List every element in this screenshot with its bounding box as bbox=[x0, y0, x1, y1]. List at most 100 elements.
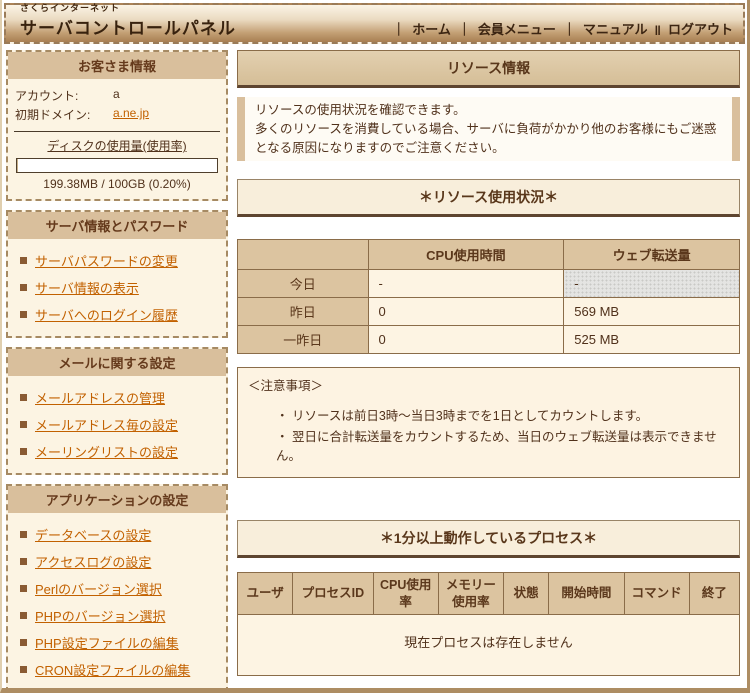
php-version-link[interactable]: PHPのバージョン選択 bbox=[35, 606, 165, 625]
nav-separator: ｜ bbox=[458, 19, 471, 38]
sidebar-item-database-settings: データベースの設定 bbox=[20, 521, 221, 548]
nav-member-menu-link[interactable]: 会員メニュー bbox=[478, 19, 556, 38]
resource-col-web-transfer: ウェブ転送量 bbox=[564, 240, 740, 270]
divider bbox=[14, 131, 220, 132]
table-row-today: 今日 - - bbox=[238, 270, 740, 298]
brand-app-title: サーバコントロールパネル bbox=[20, 14, 236, 39]
main-content: リソース情報 リソースの使用状況を確認できます。 多くのリソースを消費している場… bbox=[228, 50, 745, 693]
bullet-square-icon bbox=[20, 284, 27, 291]
bullet-square-icon bbox=[20, 394, 27, 401]
mailing-list-settings-link[interactable]: メーリングリストの設定 bbox=[35, 442, 178, 461]
notes-box: ＜注意事項＞ リソースは前日3時～当日3時までを1日としてカウントします。 翌日… bbox=[237, 367, 740, 478]
customer-info-title: お客さま情報 bbox=[8, 52, 226, 79]
note-item: 翌日に合計転送量をカウントするため、当日のウェブ転送量は表示できません。 bbox=[276, 425, 729, 465]
process-header-row: ユーザ プロセスID CPU使用率 メモリー使用率 状態 開始時間 コマンド 終… bbox=[238, 573, 740, 615]
sidebar-item-cron-config-edit: CRON設定ファイルの編集 bbox=[20, 656, 221, 683]
nav-separator: ｜ bbox=[392, 19, 405, 38]
mail-address-management-link[interactable]: メールアドレスの管理 bbox=[35, 388, 165, 407]
note-item: リソースは前日3時～当日3時までを1日としてカウントします。 bbox=[276, 404, 729, 425]
sidebar-item-per-mail-settings: メールアドレス毎の設定 bbox=[20, 411, 221, 438]
bullet-square-icon bbox=[20, 531, 27, 538]
customer-info-body: アカウント: a 初期ドメイン: a.ne.jp ディスクの使用量(使用率) 1… bbox=[8, 79, 226, 199]
application-settings-menu: データベースの設定 アクセスログの設定 Perlのバージョン選択 PH bbox=[13, 521, 221, 683]
yesterday-cpu-value: 0 bbox=[368, 298, 564, 326]
nav-logout-link[interactable]: ログアウト bbox=[668, 19, 733, 38]
account-label: アカウント: bbox=[15, 87, 99, 104]
process-col-status: 状態 bbox=[504, 573, 549, 615]
initial-domain-link[interactable]: a.ne.jp bbox=[113, 106, 149, 120]
perl-version-link[interactable]: Perlのバージョン選択 bbox=[35, 579, 162, 598]
sidebar-item-change-server-password: サーバパスワードの変更 bbox=[20, 247, 221, 274]
nav-home-link[interactable]: ホーム bbox=[412, 19, 451, 38]
day-before-cpu-value: 0 bbox=[368, 326, 564, 354]
bullet-square-icon bbox=[20, 612, 27, 619]
notes-list: リソースは前日3時～当日3時までを1日としてカウントします。 翌日に合計転送量を… bbox=[248, 404, 729, 465]
sidebar-box-title: メールに関する設定 bbox=[8, 349, 226, 376]
process-col-command: コマンド bbox=[624, 573, 689, 615]
nav-logout-separator: ‖ bbox=[655, 23, 661, 38]
resource-col-cpu-time: CPU使用時間 bbox=[368, 240, 564, 270]
database-settings-link[interactable]: データベースの設定 bbox=[35, 525, 151, 544]
server-login-history-link[interactable]: サーバへのログイン履歴 bbox=[35, 305, 178, 324]
day-before-transfer-value: 525 MB bbox=[564, 326, 740, 354]
page: さくらインターネット サーバコントロールパネル ｜ ホーム ｜ 会員メニュー ｜… bbox=[0, 0, 750, 693]
bullet-square-icon bbox=[20, 639, 27, 646]
resource-col-blank bbox=[238, 240, 369, 270]
bullet-square-icon bbox=[20, 311, 27, 318]
today-transfer-value: - bbox=[564, 270, 740, 298]
disk-usage-title: ディスクの使用量(使用率) bbox=[13, 137, 221, 154]
sidebar-item-php-version: PHPのバージョン選択 bbox=[20, 602, 221, 629]
brand-company-name: さくらインターネット bbox=[20, 1, 236, 14]
disk-usage-progressbar bbox=[16, 158, 218, 173]
process-col-cpu-usage: CPU使用率 bbox=[373, 573, 438, 615]
server-info-menu: サーバパスワードの変更 サーバ情報の表示 サーバへのログイン履歴 bbox=[13, 247, 221, 328]
process-col-memory-usage: メモリー使用率 bbox=[438, 573, 503, 615]
process-col-kill: 終了 bbox=[689, 573, 739, 615]
row-label-yesterday: 昨日 bbox=[238, 298, 369, 326]
access-log-settings-link[interactable]: アクセスログの設定 bbox=[35, 552, 151, 571]
row-label-day-before-yesterday: 一昨日 bbox=[238, 326, 369, 354]
process-empty-message: 現在プロセスは存在しません bbox=[238, 614, 740, 675]
brand: さくらインターネット サーバコントロールパネル bbox=[20, 1, 236, 39]
sidebar-box-title: サーバ情報とパスワード bbox=[8, 212, 226, 239]
sidebar-item-access-log-settings: アクセスログの設定 bbox=[20, 548, 221, 575]
process-col-user: ユーザ bbox=[238, 573, 293, 615]
yesterday-transfer-value: 569 MB bbox=[564, 298, 740, 326]
table-row-day-before-yesterday: 一昨日 0 525 MB bbox=[238, 326, 740, 354]
sidebar-box-title: アプリケーションの設定 bbox=[8, 486, 226, 513]
change-server-password-link[interactable]: サーバパスワードの変更 bbox=[35, 251, 178, 270]
page-title: リソース情報 bbox=[237, 50, 740, 88]
sidebar-item-perl-version: Perlのバージョン選択 bbox=[20, 575, 221, 602]
cron-config-edit-link[interactable]: CRON設定ファイルの編集 bbox=[35, 660, 190, 679]
table-row-yesterday: 昨日 0 569 MB bbox=[238, 298, 740, 326]
today-cpu-value: - bbox=[368, 270, 564, 298]
resource-usage-section-header: ＊リソース使用状況＊ bbox=[237, 179, 740, 217]
bullet-square-icon bbox=[20, 257, 27, 264]
disk-usage-value: 199.38MB / 100GB (0.20%) bbox=[13, 177, 221, 191]
sidebar-item-mail-address-management: メールアドレスの管理 bbox=[20, 384, 221, 411]
sidebar-box-mail-settings: メールに関する設定 メールアドレスの管理 メールアドレス毎の設定 bbox=[6, 347, 228, 475]
process-section-header: ＊1分以上動作しているプロセス＊ bbox=[237, 520, 740, 558]
account-row: アカウント: a bbox=[13, 86, 221, 105]
php-config-edit-link[interactable]: PHP設定ファイルの編集 bbox=[35, 633, 179, 652]
per-mail-settings-link[interactable]: メールアドレス毎の設定 bbox=[35, 415, 178, 434]
resource-usage-table: CPU使用時間 ウェブ転送量 今日 - - 昨日 0 569 MB bbox=[237, 239, 740, 354]
nav-manual-link[interactable]: マニュアル bbox=[583, 19, 648, 38]
process-table: ユーザ プロセスID CPU使用率 メモリー使用率 状態 開始時間 コマンド 終… bbox=[237, 572, 740, 676]
domain-row: 初期ドメイン: a.ne.jp bbox=[13, 105, 221, 124]
bullet-square-icon bbox=[20, 421, 27, 428]
sidebar-item-mailing-list-settings: メーリングリストの設定 bbox=[20, 438, 221, 465]
sidebar-item-server-login-history: サーバへのログイン履歴 bbox=[20, 301, 221, 328]
domain-label: 初期ドメイン: bbox=[15, 106, 99, 123]
process-empty-row: 現在プロセスは存在しません bbox=[238, 614, 740, 675]
account-value: a bbox=[99, 87, 219, 104]
sidebar-box-application-settings: アプリケーションの設定 データベースの設定 アクセスログの設定 bbox=[6, 484, 228, 693]
nav-separator: ｜ bbox=[563, 19, 576, 38]
process-col-process-id: プロセスID bbox=[293, 573, 373, 615]
sidebar-box-server-info: サーバ情報とパスワード サーバパスワードの変更 サーバ情報の表示 bbox=[6, 210, 228, 338]
content: お客さま情報 アカウント: a 初期ドメイン: a.ne.jp ディスクの使用量… bbox=[2, 48, 747, 693]
header: さくらインターネット サーバコントロールパネル ｜ ホーム ｜ 会員メニュー ｜… bbox=[4, 3, 745, 44]
bullet-square-icon bbox=[20, 448, 27, 455]
show-server-info-link[interactable]: サーバ情報の表示 bbox=[35, 278, 139, 297]
bullet-square-icon bbox=[20, 585, 27, 592]
